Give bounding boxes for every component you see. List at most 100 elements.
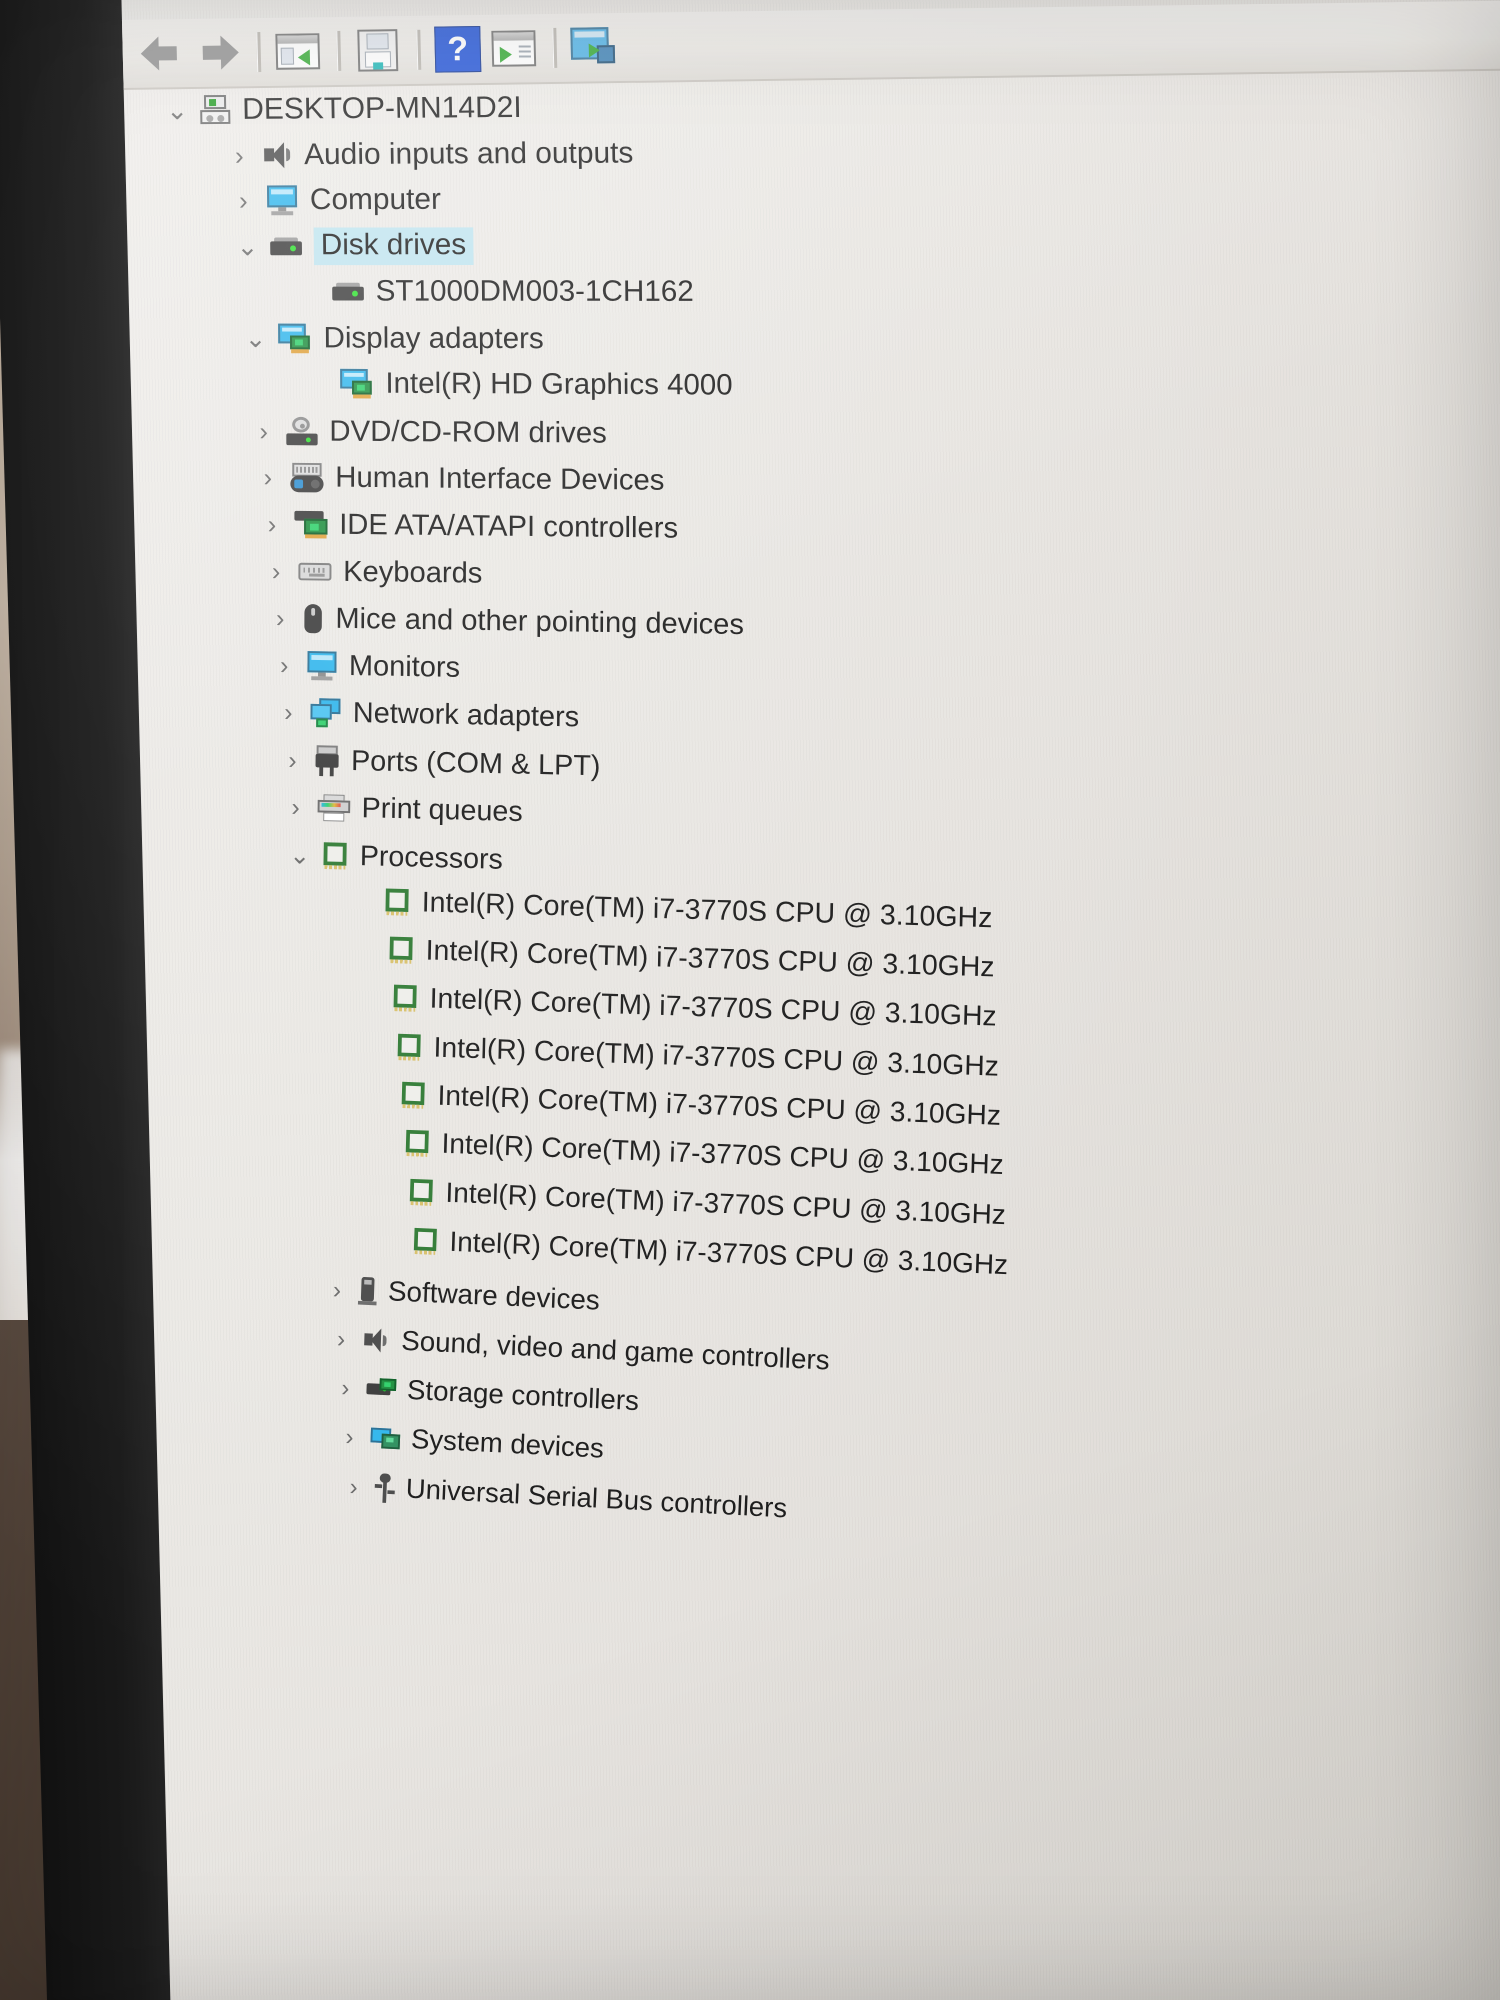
tree-row[interactable]: › Mice and other pointing devices (267, 597, 744, 645)
software-device-icon (358, 1276, 377, 1305)
tree-row[interactable]: › DVD/CD-ROM drives (251, 411, 607, 455)
tree-row-label: Disk drives (313, 227, 474, 266)
keyboard-icon (298, 561, 332, 583)
chevron-right-icon[interactable]: › (284, 793, 309, 822)
tree-row[interactable]: › Storage controllers (333, 1368, 640, 1421)
disk-icon (332, 281, 364, 303)
show-hidden-devices-button[interactable] (566, 20, 621, 75)
tree-row-label: Display adapters (323, 322, 544, 356)
forward-button[interactable] (190, 25, 245, 80)
arrow-left-icon (140, 36, 183, 71)
monitor-plug-icon (570, 27, 617, 68)
tree-row-label: Intel(R) Core(TM) i7-3770S CPU @ 3.10GHz (441, 1128, 1005, 1181)
tree-row-label: Intel(R) Core(TM) i7-3770S CPU @ 3.10GHz (449, 1226, 1009, 1281)
tree-row[interactable]: › System devices (337, 1417, 605, 1469)
cpu-icon (392, 985, 419, 1013)
computer-node-icon (200, 94, 231, 125)
chevron-down-icon[interactable]: ⌄ (234, 232, 260, 262)
chevron-right-icon[interactable]: › (259, 510, 284, 539)
tree-row[interactable]: › Human Interface Devices (255, 457, 664, 502)
disk-icon (270, 236, 302, 258)
chevron-right-icon[interactable]: › (275, 698, 300, 727)
cpu-icon (396, 1033, 423, 1061)
speaker-icon (262, 141, 292, 169)
properties-button[interactable] (270, 24, 325, 79)
chevron-right-icon[interactable]: › (325, 1275, 350, 1303)
cpu-icon (384, 888, 411, 917)
tree-row-label: Network adapters (352, 697, 579, 734)
save-disk-icon (357, 29, 399, 72)
chevron-right-icon[interactable]: › (341, 1472, 366, 1500)
scan-hardware-button[interactable] (486, 21, 541, 76)
chevron-right-icon[interactable]: › (230, 186, 256, 216)
tree-row-label: Universal Serial Bus controllers (405, 1473, 788, 1524)
toolbar-separator (336, 30, 342, 71)
tree-row-label: Audio inputs and outputs (303, 136, 634, 171)
mouse-icon (302, 603, 323, 634)
toolbar-separator (552, 27, 558, 68)
cpu-icon (322, 841, 349, 870)
tree-row[interactable]: Intel(R) Core(TM) i7-3770S CPU @ 3.10GHz (350, 881, 994, 939)
chevron-right-icon[interactable]: › (226, 140, 252, 170)
storage-controller-icon (366, 1376, 397, 1403)
tree-row-label: DVD/CD-ROM drives (329, 415, 607, 450)
tree-row-label: Intel(R) Core(TM) i7-3770S CPU @ 3.10GHz (429, 983, 998, 1033)
chevron-right-icon[interactable]: › (279, 745, 304, 774)
help-button[interactable]: ? (430, 22, 485, 77)
chevron-right-icon[interactable]: › (255, 463, 280, 492)
tree-row-label: Keyboards (342, 555, 483, 590)
monitor-icon (306, 650, 337, 681)
tree-row[interactable]: Intel(R) HD Graphics 4000 (305, 363, 733, 406)
system-device-icon (370, 1426, 401, 1451)
tree-row-label: Human Interface Devices (335, 461, 665, 498)
chevron-right-icon[interactable]: › (337, 1423, 362, 1451)
cpu-icon (408, 1178, 435, 1206)
device-manager-window: File (120, 0, 1500, 2000)
chevron-right-icon[interactable]: › (329, 1324, 354, 1352)
chevron-down-icon[interactable]: ⌄ (288, 840, 313, 869)
tree-row[interactable]: ⌄ Display adapters (242, 318, 544, 360)
chevron-right-icon[interactable]: › (263, 556, 288, 585)
chevron-down-icon[interactable]: ⌄ (164, 95, 190, 125)
display-adapter-icon (277, 323, 312, 354)
tree-row[interactable]: › Keyboards (263, 551, 482, 595)
tree-row-selected[interactable]: ⌄ Disk drives (234, 226, 474, 268)
toolbar-separator (416, 29, 422, 70)
tree-row[interactable]: › Computer (230, 179, 441, 221)
hid-icon (290, 463, 324, 493)
update-driver-button[interactable] (350, 23, 405, 78)
chevron-right-icon[interactable]: › (267, 603, 292, 632)
back-button[interactable] (134, 26, 189, 81)
tree-row-label: Software devices (387, 1275, 601, 1316)
tree-row-label: System devices (410, 1424, 605, 1465)
tree-row[interactable]: ⌄ DESKTOP-MN14D2I (164, 87, 522, 131)
chevron-right-icon[interactable]: › (251, 416, 277, 445)
usb-icon (374, 1472, 395, 1503)
cpu-icon (412, 1227, 439, 1255)
tree-row[interactable]: › IDE ATA/ATAPI controllers (259, 504, 678, 550)
chevron-down-icon[interactable]: ⌄ (242, 324, 268, 354)
toolbar-separator (256, 32, 262, 73)
tree-row[interactable]: ⌄ Processors (288, 834, 504, 880)
printer-icon (318, 794, 351, 822)
tree-row-label: Intel(R) Core(TM) i7-3770S CPU @ 3.10GHz (421, 887, 994, 935)
tree-row[interactable]: ST1000DM003-1CH162 (296, 271, 694, 313)
port-icon (314, 744, 339, 776)
tree-row[interactable]: › Monitors (271, 645, 460, 689)
tree-row[interactable]: › Print queues (283, 787, 524, 833)
tree-row[interactable]: › Network adapters (275, 692, 579, 738)
tree-row-label: Computer (309, 183, 442, 217)
tree-row[interactable]: › Ports (COM & LPT) (279, 739, 600, 786)
help-question-icon: ? (434, 25, 482, 73)
tree-row[interactable]: › Audio inputs and outputs (226, 132, 634, 176)
tree-row[interactable]: › Software devices (324, 1269, 601, 1320)
tree-row-label: Intel(R) Core(TM) i7-3770S CPU @ 3.10GHz (433, 1031, 1000, 1082)
tree-row-label: Mice and other pointing devices (334, 602, 744, 641)
cpu-icon (400, 1081, 427, 1109)
cpu-icon (388, 936, 415, 965)
chevron-right-icon[interactable]: › (271, 651, 296, 680)
tree-row-label: Sound, video and game controllers (400, 1325, 831, 1376)
scan-window-icon (491, 30, 537, 67)
tree-row[interactable]: › Universal Serial Bus controllers (341, 1466, 788, 1528)
chevron-right-icon[interactable]: › (333, 1373, 358, 1401)
